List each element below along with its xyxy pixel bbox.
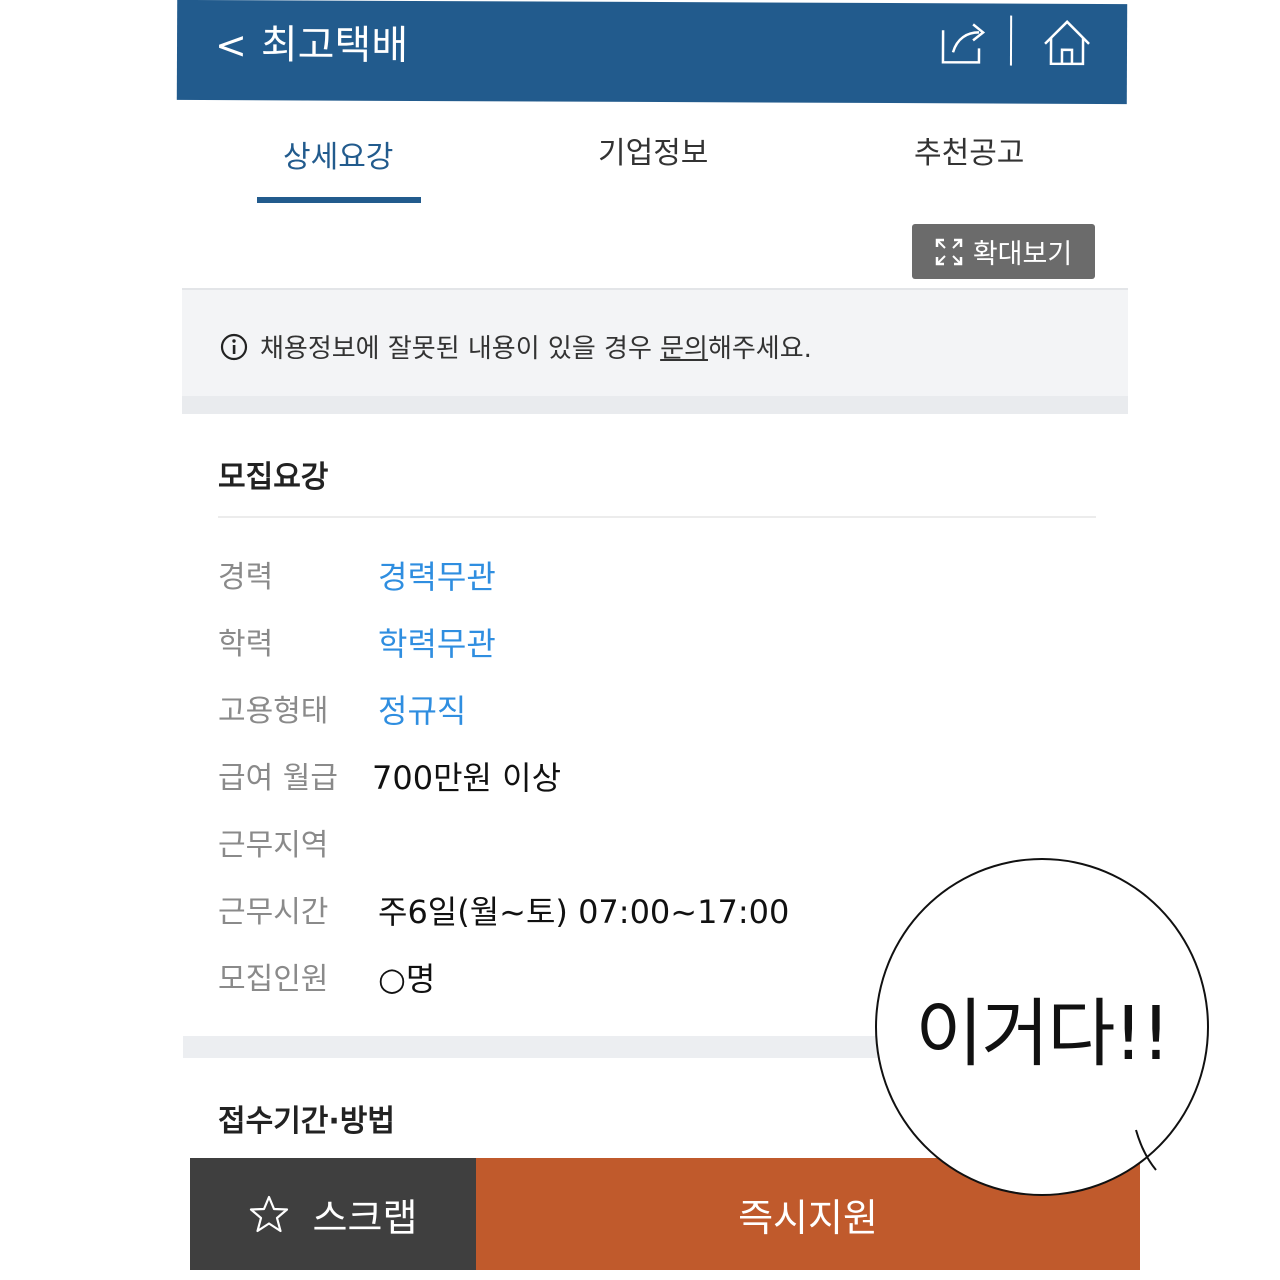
row-value: 정규직: [378, 692, 467, 730]
zoom-button[interactable]: 확대보기: [912, 224, 1095, 279]
application-title: 접수기간·방법: [218, 1104, 395, 1139]
tab-bar: 상세요강 기업정보 추천공고: [182, 104, 1128, 204]
back-chevron-icon: <: [214, 23, 247, 68]
active-tab-indicator: [257, 197, 421, 203]
row-value: ○명: [378, 960, 436, 998]
page-title: 최고택배: [260, 22, 409, 69]
row-value: 학력무관: [378, 625, 496, 663]
detail-row-education: 학력 학력무관: [218, 619, 496, 665]
scrap-button[interactable]: 스크랩: [190, 1158, 476, 1270]
speech-bubble: 이거다!!: [875, 858, 1209, 1196]
scrap-label: 스크랩: [312, 1195, 418, 1240]
app-header: < 최고택배: [176, 0, 1128, 105]
share-icon[interactable]: [939, 20, 989, 66]
home-icon[interactable]: [1041, 18, 1093, 68]
detail-row-employment-type: 고용형태 정규직: [218, 686, 466, 732]
zoom-button-label: 확대보기: [972, 239, 1073, 270]
row-value: 주6일(월~토) 07:00~17:00: [378, 893, 790, 931]
row-value: 경력무관: [378, 558, 496, 596]
detail-row-location: 근무지역: [218, 820, 378, 864]
notice-box: 채용정보에 잘못된 내용이 있을 경우 문의해주세요.: [182, 288, 1128, 414]
section-divider: [218, 516, 1096, 518]
notice-message: 채용정보에 잘못된 내용이 있을 경우 문의해주세요.: [220, 328, 812, 365]
row-value: 700만원 이상: [372, 759, 562, 797]
detail-row-experience: 경력 경력무관: [218, 552, 496, 598]
row-label: 근무시간: [218, 895, 329, 930]
section-separator: [182, 396, 1128, 414]
detail-row-salary: 급여 월급 700만원 이상: [218, 753, 561, 799]
row-label: 모집인원: [218, 962, 329, 997]
notice-text: 채용정보에 잘못된 내용이 있을 경우: [260, 334, 661, 364]
bubble-tail-icon: [1135, 1129, 1157, 1171]
row-label: 근무지역: [218, 828, 329, 863]
tab-company-info[interactable]: 기업정보: [598, 128, 708, 172]
notice-text-end: 해주세요.: [707, 334, 812, 364]
speech-bubble-text: 이거다!!: [915, 990, 1171, 1077]
row-label: 경력: [218, 560, 274, 595]
row-label: 고용형태: [218, 694, 329, 729]
tab-recommended[interactable]: 추천공고: [914, 128, 1024, 172]
apply-label: 즉시지원: [738, 1195, 878, 1240]
back-button[interactable]: < 최고택배: [215, 20, 408, 71]
row-label: 학력: [218, 627, 274, 662]
inquiry-link[interactable]: 문의: [660, 334, 708, 364]
recruitment-title: 모집요강: [218, 460, 329, 495]
header-divider: [1009, 15, 1013, 66]
tab-detail[interactable]: 상세요강: [283, 132, 393, 176]
info-icon: [220, 333, 248, 360]
expand-icon: [935, 238, 963, 265]
row-label: 급여 월급: [218, 761, 338, 796]
detail-row-headcount: 모집인원 ○명: [218, 954, 435, 1000]
star-icon: [249, 1195, 288, 1233]
detail-row-hours: 근무시간 주6일(월~토) 07:00~17:00: [218, 887, 789, 933]
